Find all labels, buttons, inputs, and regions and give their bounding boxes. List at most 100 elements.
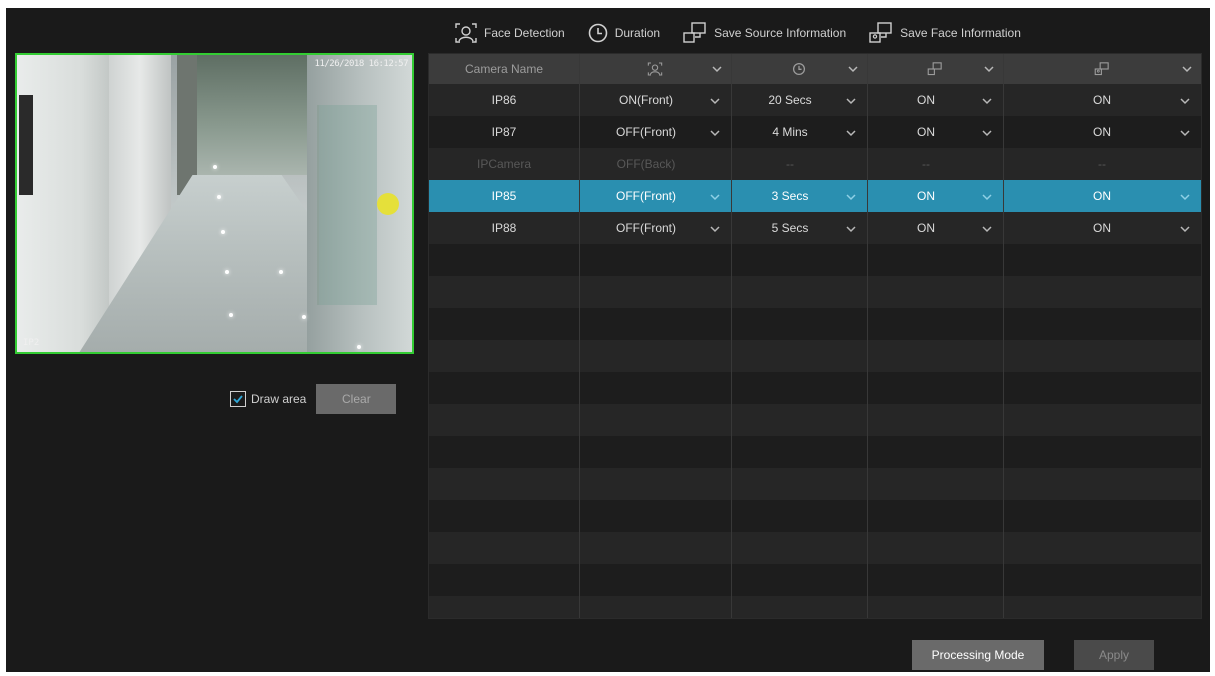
cell-save-face[interactable]: ON [1003,180,1201,212]
face-detection-settings-panel: 11/26/2018 16:12:57 IP2 Draw area Clear … [6,8,1210,672]
chevron-down-icon[interactable] [845,191,857,203]
chevron-down-icon[interactable] [1179,127,1191,139]
camera-preview[interactable]: 11/26/2018 16:12:57 IP2 [15,53,414,354]
camera-settings-table: Camera Name IP86 ON(Front) 20 Secs ON ON… [428,53,1202,619]
save-face-icon [1094,62,1109,76]
cell-duration[interactable]: 4 Mins [731,116,867,148]
header-save-face[interactable] [1003,54,1201,84]
table-row[interactable]: IP85 OFF(Front) 3 Secs ON ON [429,180,1201,212]
table-row[interactable]: IP86 ON(Front) 20 Secs ON ON [429,84,1201,116]
cell-camera-name: IP85 [429,180,579,212]
clock-icon [792,62,806,76]
cell-camera-name: IP86 [429,84,579,116]
cell-camera-name-value: IP88 [491,221,517,235]
cell-save-source[interactable]: ON [867,180,1003,212]
cell-duration-value: 20 Secs [768,93,812,107]
table-row-empty [429,532,1201,564]
header-save-source[interactable] [867,54,1003,84]
cell-save-face-value: ON [1093,189,1111,203]
cell-duration[interactable]: 5 Secs [731,212,867,244]
chevron-down-icon[interactable] [983,63,995,75]
cell-duration-value: 3 Secs [771,189,809,203]
header-face-detection[interactable] [579,54,731,84]
cell-face-detection[interactable]: OFF(Front) [579,116,731,148]
chevron-down-icon[interactable] [981,95,993,107]
column-legend: Face Detection Duration Save Source Info… [454,18,1043,48]
chevron-down-icon[interactable] [711,63,723,75]
chevron-down-icon[interactable] [709,127,721,139]
cell-camera-name-value: IPCamera [476,157,532,171]
save-face-icon [869,22,892,43]
draw-area-label[interactable]: Draw area [251,392,306,406]
cell-save-face[interactable]: ON [1003,84,1201,116]
legend-save-face-label: Save Face Information [900,26,1021,40]
chevron-down-icon[interactable] [1181,63,1193,75]
cell-face-detection[interactable]: OFF(Front) [579,180,731,212]
cell-save-source[interactable]: ON [867,84,1003,116]
cell-face-detection[interactable]: ON(Front) [579,84,731,116]
table-header: Camera Name [429,54,1201,84]
cell-save-face-value: ON [1093,93,1111,107]
cell-camera-name-value: IP87 [491,125,517,139]
cell-face-detection-value: OFF(Back) [616,157,676,171]
cell-duration[interactable]: 20 Secs [731,84,867,116]
chevron-down-icon[interactable] [981,127,993,139]
table-row-empty [429,500,1201,532]
legend-duration: Duration [587,22,660,44]
chevron-down-icon[interactable] [845,223,857,235]
chevron-down-icon[interactable] [1179,223,1191,235]
chevron-down-icon[interactable] [845,95,857,107]
checkmark-icon [233,395,243,404]
table-row-empty [429,468,1201,500]
chevron-down-icon[interactable] [981,191,993,203]
preview-timestamp: 11/26/2018 16:12:57 [314,59,409,69]
table-row-empty [429,244,1201,276]
apply-button[interactable]: Apply [1074,640,1154,670]
cell-save-face-value: ON [1093,125,1111,139]
table-row-empty [429,372,1201,404]
cell-save-source: -- [867,148,1003,180]
chevron-down-icon[interactable] [709,191,721,203]
table-row[interactable]: IP87 OFF(Front) 4 Mins ON ON [429,116,1201,148]
header-duration[interactable] [731,54,867,84]
save-source-icon [683,22,706,43]
chevron-down-icon[interactable] [845,127,857,139]
chevron-down-icon[interactable] [1179,95,1191,107]
cell-camera-name-value: IP86 [491,93,517,107]
chevron-down-icon[interactable] [709,95,721,107]
save-source-icon [927,62,942,76]
cell-save-face[interactable]: ON [1003,212,1201,244]
clear-button[interactable]: Clear [316,384,397,414]
cell-save-face: -- [1003,148,1201,180]
cell-save-source-value: ON [917,93,935,107]
table-row: IPCamera OFF(Back) -- -- -- [429,148,1201,180]
cell-save-source-value: -- [922,157,930,171]
cell-face-detection-value: OFF(Front) [616,221,676,235]
chevron-down-icon[interactable] [1179,191,1191,203]
cell-duration: -- [731,148,867,180]
cell-duration[interactable]: 3 Secs [731,180,867,212]
cell-save-face[interactable]: ON [1003,116,1201,148]
chevron-down-icon[interactable] [981,223,993,235]
table-row-empty [429,340,1201,372]
legend-save-source-label: Save Source Information [714,26,847,40]
cell-camera-name-value: IP85 [491,189,517,203]
cell-save-source-value: ON [917,189,935,203]
legend-duration-label: Duration [614,26,661,40]
cell-save-source[interactable]: ON [867,212,1003,244]
processing-mode-button[interactable]: Processing Mode [912,640,1044,670]
table-row-empty [429,436,1201,468]
chevron-down-icon[interactable] [847,63,859,75]
table-row-empty [429,404,1201,436]
table-row[interactable]: IP88 OFF(Front) 5 Secs ON ON [429,212,1201,244]
cell-duration-value: 5 Secs [771,221,809,235]
cell-face-detection-value: OFF(Front) [616,125,676,139]
cell-save-source-value: ON [917,221,935,235]
draw-area-checkbox[interactable] [230,391,246,407]
cell-save-source[interactable]: ON [867,116,1003,148]
cell-save-source-value: ON [917,125,935,139]
cell-face-detection[interactable]: OFF(Front) [579,212,731,244]
cell-face-detection: OFF(Back) [579,148,731,180]
chevron-down-icon[interactable] [709,223,721,235]
legend-save-source: Save Source Information [682,21,846,45]
